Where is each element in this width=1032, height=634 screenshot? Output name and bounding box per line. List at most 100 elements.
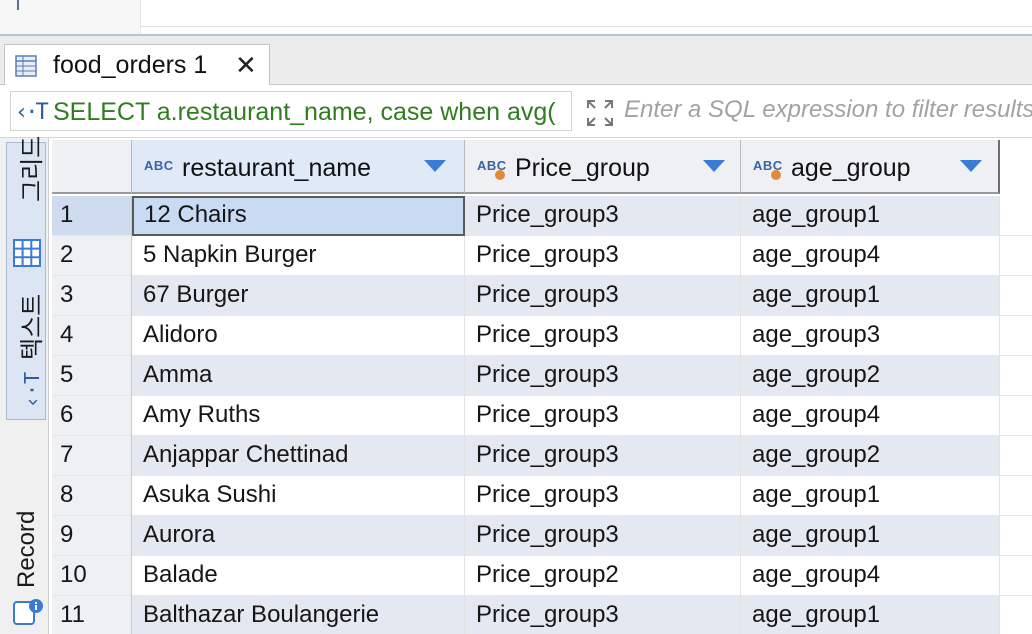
table-row[interactable]: 8 Asuka Sushi Price_group3 age_group1 <box>52 476 1032 516</box>
sort-dropdown-icon[interactable] <box>960 160 982 172</box>
table-row[interactable]: 1 12 Chairs Price_group3 age_group1 <box>52 196 1032 236</box>
view-switcher-panel: 그리드 텍스트 ‹·T Record <box>0 135 49 634</box>
cell-price-group[interactable]: Price_group3 <box>465 596 741 634</box>
row-number[interactable]: 6 <box>52 396 132 436</box>
cell-price-group[interactable]: Price_group2 <box>465 556 741 596</box>
cell-restaurant-name[interactable]: 12 Chairs <box>132 196 465 236</box>
cell-price-group[interactable]: Price_group3 <box>465 516 741 556</box>
grid-corner[interactable] <box>52 140 132 194</box>
sort-dropdown-icon[interactable] <box>703 160 725 172</box>
close-icon[interactable]: ✕ <box>235 52 257 78</box>
column-header-price-group[interactable]: ABC Price_group <box>465 140 741 194</box>
row-number[interactable]: 3 <box>52 276 132 316</box>
row-number[interactable]: 1 <box>52 196 132 236</box>
cell-restaurant-name[interactable]: Balthazar Boulangerie <box>132 596 465 634</box>
cell-age-group[interactable]: age_group1 <box>741 516 1000 556</box>
table-grid-icon <box>15 55 37 77</box>
cell-restaurant-name[interactable]: 5 Napkin Burger <box>132 236 465 276</box>
table-row[interactable]: 6 Amy Ruths Price_group3 age_group4 <box>52 396 1032 436</box>
results-grid: ABC restaurant_name ABC Price_group ABC … <box>52 140 1032 634</box>
grid-view-label: 그리드 <box>19 135 46 202</box>
grid-filler <box>1000 516 1032 556</box>
derived-column-dot-icon <box>495 170 505 180</box>
row-number[interactable]: 4 <box>52 316 132 356</box>
sql-query-field[interactable]: ‹·T SELECT a.restaurant_name, case when … <box>10 91 572 131</box>
expand-icon[interactable] <box>585 98 615 128</box>
cell-price-group[interactable]: Price_group3 <box>465 196 741 236</box>
text-view-icon: ‹·T <box>20 371 45 409</box>
table-row[interactable]: 9 Aurora Price_group3 age_group1 <box>52 516 1032 556</box>
row-number[interactable]: 8 <box>52 476 132 516</box>
table-row[interactable]: 4 Alidoro Price_group3 age_group3 <box>52 316 1032 356</box>
table-row[interactable]: 5 Amma Price_group3 age_group2 <box>52 356 1032 396</box>
tab-food-orders[interactable]: food_orders 1 ✕ <box>4 44 270 85</box>
table-row[interactable]: 25 Napkin Burger Price_group3 age_group4 <box>52 236 1032 276</box>
tab-title: food_orders 1 <box>53 51 208 79</box>
top-strip <box>0 0 1032 34</box>
grid-filler <box>1000 236 1032 276</box>
filter-expression-input[interactable]: Enter a SQL expression to filter results <box>624 96 1032 124</box>
cell-restaurant-name[interactable]: Aurora <box>132 516 465 556</box>
table-row[interactable]: 11 Balthazar Boulangerie Price_group3 age_g… <box>52 596 1032 634</box>
column-label: age_group <box>791 154 911 182</box>
grid-filler <box>1000 276 1032 316</box>
string-type-icon: ABC <box>144 158 174 173</box>
grid-filler <box>1000 436 1032 476</box>
cell-age-group[interactable]: age_group1 <box>741 276 1000 316</box>
sort-dropdown-icon[interactable] <box>424 160 446 172</box>
cell-age-group[interactable]: age_group3 <box>741 316 1000 356</box>
cell-price-group[interactable]: Price_group3 <box>465 396 741 436</box>
cell-age-group[interactable]: age_group1 <box>741 196 1000 236</box>
cell-price-group[interactable]: Price_group3 <box>465 236 741 276</box>
row-number[interactable]: 9 <box>52 516 132 556</box>
cell-restaurant-name[interactable]: 67 Burger <box>132 276 465 316</box>
cell-price-group[interactable]: Price_group3 <box>465 476 741 516</box>
grid-filler <box>1000 196 1032 236</box>
column-header-age-group[interactable]: ABC age_group <box>741 140 1000 194</box>
grid-icon <box>13 239 41 267</box>
cell-restaurant-name[interactable]: Anjappar Chettinad <box>132 436 465 476</box>
sql-text-icon: ‹·T <box>15 100 49 125</box>
row-number[interactable]: 5 <box>52 356 132 396</box>
grid-filler <box>1000 316 1032 356</box>
sql-query-text: SELECT a.restaurant_name, case when avg( <box>53 98 556 126</box>
cell-price-group[interactable]: Price_group3 <box>465 356 741 396</box>
table-row[interactable]: 7 Anjappar Chettinad Price_group3 age_group… <box>52 436 1032 476</box>
record-icon <box>13 599 43 625</box>
cell-age-group[interactable]: age_group4 <box>741 396 1000 436</box>
grid-filler <box>1000 476 1032 516</box>
row-number[interactable]: 10 <box>52 556 132 596</box>
cell-restaurant-name[interactable]: Asuka Sushi <box>132 476 465 516</box>
cell-restaurant-name[interactable]: Alidoro <box>132 316 465 356</box>
column-header-restaurant-name[interactable]: ABC restaurant_name <box>132 140 465 194</box>
editor-tab-bar: food_orders 1 ✕ <box>0 36 1032 85</box>
text-view-tab[interactable]: 텍스트 <box>12 294 47 360</box>
cell-restaurant-name[interactable]: Amy Ruths <box>132 396 465 436</box>
cell-price-group[interactable]: Price_group3 <box>465 316 741 356</box>
cell-price-group[interactable]: Price_group3 <box>465 436 741 476</box>
grid-filler <box>1000 596 1032 634</box>
grid-filler <box>1000 356 1032 396</box>
cell-age-group[interactable]: age_group4 <box>741 236 1000 276</box>
cell-age-group[interactable]: age_group1 <box>741 596 1000 634</box>
row-number[interactable]: 2 <box>52 236 132 276</box>
cell-restaurant-name[interactable]: Amma <box>132 356 465 396</box>
cell-age-group[interactable]: age_group1 <box>741 476 1000 516</box>
cell-restaurant-name[interactable]: Balade <box>132 556 465 596</box>
grid-filler <box>1000 556 1032 596</box>
column-label: Price_group <box>515 154 650 182</box>
derived-column-dot-icon <box>771 170 781 180</box>
cell-age-group[interactable]: age_group4 <box>741 556 1000 596</box>
cell-age-group[interactable]: age_group2 <box>741 436 1000 476</box>
top-left-pane <box>0 0 141 34</box>
cell-price-group[interactable]: Price_group3 <box>465 276 741 316</box>
row-number[interactable]: 11 <box>52 596 132 634</box>
row-number[interactable]: 7 <box>52 436 132 476</box>
record-view-tab[interactable]: Record <box>13 511 41 588</box>
table-row[interactable]: 3 67 Burger Price_group3 age_group1 <box>52 276 1032 316</box>
column-label: restaurant_name <box>182 154 372 182</box>
pane-marker <box>17 0 19 10</box>
cell-age-group[interactable]: age_group2 <box>741 356 1000 396</box>
top-inner-line <box>140 26 1032 27</box>
table-row[interactable]: 10 Balade Price_group2 age_group4 <box>52 556 1032 596</box>
